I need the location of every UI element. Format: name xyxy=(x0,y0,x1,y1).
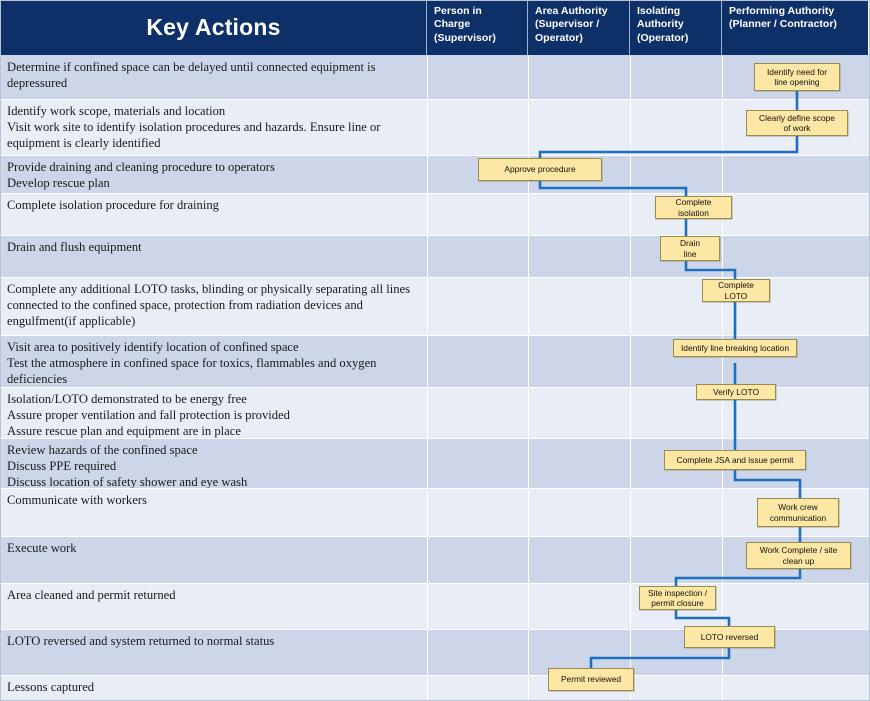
header-person-in-charge-label: Person in Charge (Supervisor) xyxy=(434,5,496,44)
row-divider xyxy=(0,488,870,489)
table-row: Lessons captured xyxy=(0,675,870,701)
row-divider xyxy=(0,583,870,584)
process-node-verify-loto[interactable]: Verify LOTO xyxy=(696,384,776,400)
table-row: Identify work scope, materials and locat… xyxy=(0,99,870,155)
row-label: Visit area to positively identify locati… xyxy=(7,340,377,387)
header-person-in-charge: Person in Charge (Supervisor) xyxy=(427,0,528,55)
process-node-approve-procedure[interactable]: Approve procedure xyxy=(478,158,602,181)
row-label: Identify work scope, materials and locat… xyxy=(7,104,381,151)
row-label: Provide draining and cleaning procedure … xyxy=(7,160,275,191)
process-node-work-crew-communication[interactable]: Work crew communication xyxy=(757,498,839,527)
column-divider xyxy=(630,55,631,701)
table-row: Provide draining and cleaning procedure … xyxy=(0,155,870,193)
process-node-permit-reviewed[interactable]: Permit reviewed xyxy=(548,668,634,691)
process-node-complete-jsa-and-issue-permit[interactable]: Complete JSA and issue permit xyxy=(664,450,806,470)
row-label: Review hazards of the confined space Dis… xyxy=(7,443,248,490)
header-key-actions: Key Actions xyxy=(0,0,427,55)
process-node-complete-loto[interactable]: Complete LOTO xyxy=(702,279,770,302)
confined-space-process-flowchart: Key Actions Person in Charge (Supervisor… xyxy=(0,0,870,701)
row-divider xyxy=(0,675,870,676)
row-divider xyxy=(0,193,870,194)
column-divider xyxy=(528,55,529,701)
row-divider xyxy=(0,155,870,156)
process-node-identify-line-breaking-location[interactable]: Identify line breaking location xyxy=(673,339,797,357)
row-label: Drain and flush equipment xyxy=(7,240,142,254)
row-label: Determine if confined space can be delay… xyxy=(7,60,376,91)
header-performing-authority-label: Performing Authority (Planner / Contract… xyxy=(729,5,837,31)
row-divider xyxy=(0,277,870,278)
row-label: Communicate with workers xyxy=(7,493,147,507)
header-isolating-authority-label: Isolating Authority (Operator) xyxy=(637,5,689,44)
process-node-work-complete-site-clean-up[interactable]: Work Complete / site clean up xyxy=(746,542,851,569)
process-node-site-inspection-permit-closure[interactable]: Site inspection / permit closure xyxy=(639,586,716,610)
process-node-identify-need-for-line-opening[interactable]: Identify need for line opening xyxy=(754,63,840,91)
table-row: Execute work xyxy=(0,536,870,583)
process-node-loto-reversed[interactable]: LOTO reversed xyxy=(684,626,775,648)
table-row: Communicate with workers xyxy=(0,488,870,536)
row-label: Execute work xyxy=(7,541,77,555)
row-divider xyxy=(0,235,870,236)
column-divider xyxy=(427,55,428,701)
row-divider xyxy=(0,536,870,537)
table-row: Area cleaned and permit returned xyxy=(0,583,870,629)
row-label: LOTO reversed and system returned to nor… xyxy=(7,634,275,648)
row-divider xyxy=(0,438,870,439)
process-node-drain-line[interactable]: Drain line xyxy=(660,236,720,261)
header-performing-authority: Performing Authority (Planner / Contract… xyxy=(722,0,868,55)
row-label: Lessons captured xyxy=(7,680,95,694)
header-isolating-authority: Isolating Authority (Operator) xyxy=(630,0,722,55)
process-node-complete-isolation[interactable]: Complete isolation xyxy=(655,196,732,219)
table-row: Complete isolation procedure for drainin… xyxy=(0,193,870,235)
row-divider xyxy=(0,335,870,336)
table-row: Drain and flush equipment xyxy=(0,235,870,277)
row-label: Area cleaned and permit returned xyxy=(7,588,176,602)
page-title: Key Actions xyxy=(146,14,281,40)
header-area-authority: Area Authority (Supervisor / Operator) xyxy=(528,0,630,55)
row-label: Isolation/LOTO demonstrated to be energy… xyxy=(7,392,290,439)
column-divider xyxy=(722,55,723,701)
table-body: Determine if confined space can be delay… xyxy=(0,55,870,701)
row-label: Complete any additional LOTO tasks, blin… xyxy=(7,282,411,329)
row-divider xyxy=(0,99,870,100)
table-row: Determine if confined space can be delay… xyxy=(0,55,870,99)
row-label: Complete isolation procedure for drainin… xyxy=(7,198,219,212)
process-node-clearly-define-scope-of-work[interactable]: Clearly define scope of work xyxy=(746,110,848,136)
header-area-authority-label: Area Authority (Supervisor / Operator) xyxy=(535,5,608,44)
table-header-row: Key Actions Person in Charge (Supervisor… xyxy=(0,0,870,55)
